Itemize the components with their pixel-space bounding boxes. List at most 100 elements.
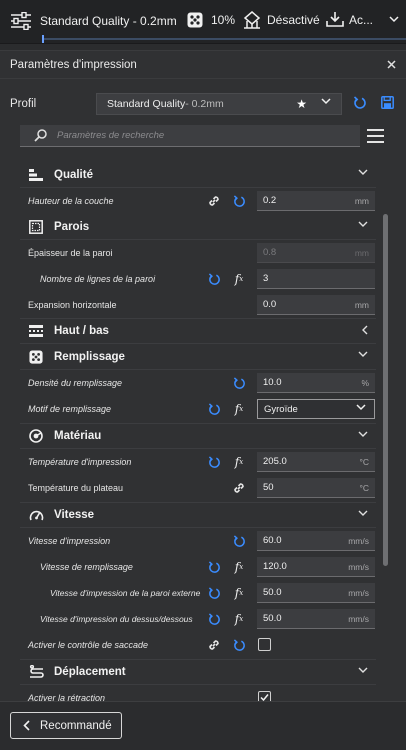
infill-speed-input[interactable]: 120.0 mm/s xyxy=(257,557,375,577)
field-value: 60.0 xyxy=(263,535,282,546)
bottom-bar: Recommandé xyxy=(0,701,406,750)
profile-row: Profil Standard Quality - 0.2mm ★ xyxy=(0,91,406,119)
category-speed[interactable]: Vitesse xyxy=(20,502,376,528)
bed-temperature-input[interactable]: 50 °C xyxy=(257,478,375,498)
link-icon[interactable] xyxy=(231,480,247,496)
menu-icon[interactable] xyxy=(367,129,384,143)
settings-list: Qualité Hauteur de la couche 0.2 mm Paroi… xyxy=(20,162,376,702)
field-value: 0.8 xyxy=(263,247,277,258)
save-icon[interactable] xyxy=(381,96,394,112)
wall-thickness-input: 0.8 mm xyxy=(257,243,375,263)
jerk-control-checkbox[interactable] xyxy=(258,638,271,651)
reset-icon[interactable] xyxy=(231,533,247,549)
layer-height-input[interactable]: 0.2 mm xyxy=(257,191,375,211)
scrollbar[interactable] xyxy=(383,214,388,566)
infill-icon xyxy=(28,349,44,365)
field-unit: mm/s xyxy=(348,588,369,598)
category-quality[interactable]: Qualité xyxy=(20,162,376,188)
field-unit: mm/s xyxy=(348,614,369,624)
outer-wall-speed-input[interactable]: 50.0 mm/s xyxy=(257,583,375,603)
setting-label: Hauteur de la couche xyxy=(28,196,114,206)
reset-icon[interactable] xyxy=(206,401,222,417)
settings-search-input[interactable]: Paramètres de recherche xyxy=(20,125,360,147)
profile-suffix: - 0.2mm xyxy=(185,98,224,110)
topbottom-speed-input[interactable]: 50.0 mm/s xyxy=(257,609,375,629)
category-title: Remplissage xyxy=(54,350,125,363)
function-icon[interactable]: fx xyxy=(231,401,247,417)
top-toolbar: Standard Quality - 0.2mm 10% Désactivé A… xyxy=(0,0,406,44)
category-walls[interactable]: Parois xyxy=(20,214,376,240)
quality-icon xyxy=(28,167,44,183)
setting-label: Vitesse d'impression de la paroi externe xyxy=(50,588,201,598)
link-icon[interactable] xyxy=(206,637,222,653)
infill-summary-button[interactable]: 10% xyxy=(187,12,235,28)
walls-icon xyxy=(28,219,44,235)
profile-dropdown[interactable]: Standard Quality - 0.2mm ★ xyxy=(96,93,342,115)
close-icon[interactable] xyxy=(387,57,396,72)
support-summary-button[interactable]: Désactivé xyxy=(243,11,320,29)
setting-topbottom-speed: Vitesse d'impression du dessus/dessous f… xyxy=(20,606,376,632)
reset-icon[interactable] xyxy=(231,637,247,653)
search-placeholder: Paramètres de recherche xyxy=(57,130,165,141)
profile-summary-button[interactable]: Standard Quality - 0.2mm xyxy=(10,11,177,31)
reset-icon[interactable] xyxy=(206,454,222,470)
setting-label: Motif de remplissage xyxy=(28,404,112,414)
function-icon[interactable]: fx xyxy=(231,271,247,287)
field-value: 3 xyxy=(263,273,269,284)
recommended-button[interactable]: Recommandé xyxy=(10,712,122,739)
setting-infill-pattern: Motif de remplissage fx Gyroïde xyxy=(20,396,376,422)
setting-retraction: Activer la rétraction xyxy=(20,685,376,702)
wall-line-count-input[interactable]: 3 xyxy=(257,269,375,289)
reset-icon[interactable] xyxy=(231,193,247,209)
material-icon xyxy=(28,428,44,444)
reset-icon[interactable] xyxy=(206,559,222,575)
reset-icon[interactable] xyxy=(206,585,222,601)
setting-layer-height: Hauteur de la couche 0.2 mm xyxy=(20,188,376,214)
chevron-down-icon xyxy=(356,403,366,414)
chevron-left-icon xyxy=(23,720,30,731)
setting-label: Expansion horizontale xyxy=(28,300,117,310)
category-infill[interactable]: Remplissage xyxy=(20,344,376,370)
function-icon[interactable]: fx xyxy=(231,559,247,575)
reset-profile-icon[interactable] xyxy=(353,96,367,113)
setting-jerk-control: Activer le contrôle de saccade xyxy=(20,632,376,658)
reset-icon[interactable] xyxy=(206,271,222,287)
top-bottom-icon xyxy=(28,323,44,339)
function-icon[interactable]: fx xyxy=(231,611,247,627)
category-material[interactable]: Matériau xyxy=(20,423,376,449)
horizontal-expansion-input[interactable]: 0.0 mm xyxy=(257,295,375,315)
infill-icon xyxy=(187,12,203,28)
setting-print-temperature: Température d'impression fx 205.0 °C xyxy=(20,449,376,475)
field-unit: mm/s xyxy=(348,562,369,572)
function-icon[interactable]: fx xyxy=(231,454,247,470)
print-temperature-input[interactable]: 205.0 °C xyxy=(257,452,375,472)
category-top-bottom[interactable]: Haut / bas xyxy=(20,318,376,344)
panel-header: Paramètres d'impression xyxy=(0,51,406,79)
chevron-down-icon xyxy=(321,97,331,108)
infill-density-input[interactable]: 10.0% xyxy=(257,373,375,393)
adhesion-summary-button[interactable]: Ac... xyxy=(326,11,399,29)
star-icon[interactable]: ★ xyxy=(296,97,307,111)
chevron-down-icon xyxy=(358,509,368,520)
chevron-down-icon xyxy=(358,168,368,179)
field-value: 50.0 xyxy=(263,587,282,598)
setting-print-speed: Vitesse d'impression 60.0 mm/s xyxy=(20,528,376,554)
panel-title: Paramètres d'impression xyxy=(10,58,137,71)
infill-pattern-select[interactable]: Gyroïde xyxy=(257,399,375,419)
field-unit: °C xyxy=(359,457,369,467)
header-accent-line xyxy=(42,35,406,43)
category-travel[interactable]: Déplacement xyxy=(20,659,376,685)
setting-label: Vitesse d'impression du dessus/dessous xyxy=(40,614,193,624)
function-icon[interactable]: fx xyxy=(231,585,247,601)
category-title: Déplacement xyxy=(54,666,126,678)
print-settings-panel: Paramètres d'impression Profil Standard … xyxy=(0,50,406,750)
setting-infill-density: Densité du remplissage 10.0% xyxy=(20,370,376,396)
field-value: 50 xyxy=(263,482,274,493)
setting-bed-temperature: Température du plateau 50 °C xyxy=(20,475,376,501)
field-unit: % xyxy=(361,378,369,388)
link-icon[interactable] xyxy=(206,193,222,209)
reset-icon[interactable] xyxy=(231,375,247,391)
reset-icon[interactable] xyxy=(206,611,222,627)
category-title: Haut / bas xyxy=(54,325,109,337)
print-speed-input[interactable]: 60.0 mm/s xyxy=(257,531,375,551)
